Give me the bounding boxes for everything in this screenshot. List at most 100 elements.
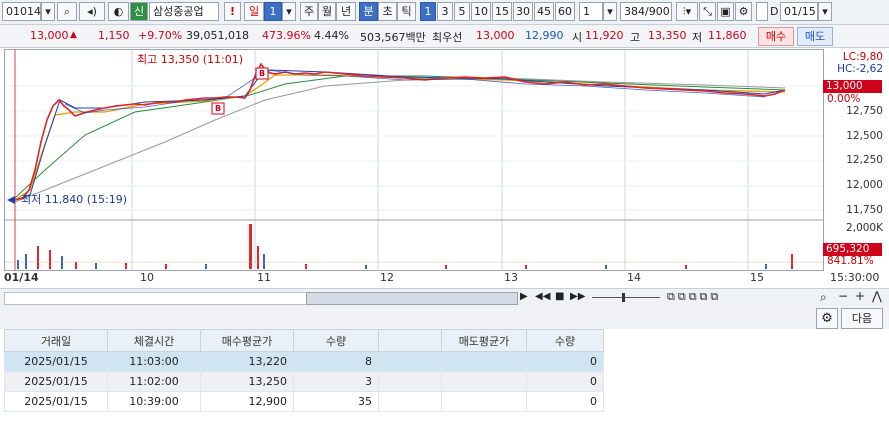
- period-day-button[interactable]: 일: [244, 2, 264, 21]
- current-price: 13,000: [30, 29, 69, 42]
- rewind-icon[interactable]: ◀◀: [535, 291, 550, 302]
- stock-name: 삼성중공업: [149, 2, 219, 21]
- x-tick-label: 12: [380, 271, 394, 284]
- period-year-button[interactable]: 년: [336, 2, 356, 21]
- period-second-button[interactable]: 초: [378, 2, 397, 21]
- y-tick-label: 12,250: [846, 154, 883, 166]
- cell-buy-qty: 8: [293, 351, 379, 372]
- low-annotation: 최저 11,840 (15:19): [21, 193, 128, 206]
- open-label: 시: [572, 31, 583, 44]
- price-tag: 13,000: [823, 80, 882, 93]
- sell-button[interactable]: 매도: [797, 27, 833, 46]
- interval-input[interactable]: 1: [579, 2, 603, 21]
- date-checkbox[interactable]: [756, 2, 768, 21]
- panel-gear-icon[interactable]: ⚙: [816, 308, 838, 329]
- high-price: 13,350: [648, 29, 687, 42]
- zoom-slider[interactable]: [592, 297, 660, 298]
- cell-buy-qty: 3: [293, 371, 379, 392]
- next-button[interactable]: 다음: [841, 308, 883, 329]
- col-buy-qty: 수량: [293, 329, 379, 352]
- jump-end-icon[interactable]: ⋀: [872, 289, 882, 303]
- gear-icon[interactable]: ⚙: [735, 2, 752, 21]
- period-month-button[interactable]: 월: [318, 2, 336, 21]
- date-input[interactable]: 01/15: [780, 2, 818, 21]
- scroll-thumb[interactable]: [306, 292, 518, 305]
- chart-type-icon[interactable]: ⤡: [699, 2, 716, 21]
- cell-time: 11:03:00: [107, 351, 201, 372]
- stock-code-input[interactable]: 010140: [2, 2, 48, 21]
- cell-blank: [378, 391, 442, 412]
- period-number[interactable]: 1: [264, 2, 282, 21]
- best-ask: 13,000: [476, 29, 515, 42]
- zoom-in-icon[interactable]: +: [855, 289, 865, 303]
- period-minute-button[interactable]: 분: [359, 2, 378, 21]
- price-scale: LC:9,80 HC:-2,62 13,000 0.00% 12,750 12,…: [822, 49, 889, 269]
- low-label: 저: [692, 31, 703, 44]
- period-dropdown-icon[interactable]: ▾: [282, 2, 296, 21]
- play-icon[interactable]: ▶: [520, 291, 528, 302]
- save-icon[interactable]: ▣: [717, 2, 734, 21]
- speaker-icon[interactable]: ◂): [79, 2, 105, 21]
- open-price: 11,920: [585, 29, 624, 42]
- calendar-dropdown-icon[interactable]: ▾: [818, 2, 832, 21]
- cell-time: 10:39:00: [107, 391, 201, 412]
- col-blank: [378, 329, 442, 352]
- code-dropdown-icon[interactable]: ▾: [41, 2, 55, 21]
- high-label: 고: [630, 31, 641, 44]
- minute-option-10[interactable]: 10: [471, 2, 491, 21]
- table-row[interactable]: 2025/01/15 11:03:00 13,220 8 0: [4, 351, 604, 372]
- favorite-icon[interactable]: ◐: [108, 2, 129, 21]
- buy-marker[interactable]: B: [256, 68, 268, 79]
- cell-buy-avg: 13,220: [200, 351, 294, 372]
- table-row[interactable]: 2025/01/15 10:39:00 12,900 35 0: [4, 391, 604, 412]
- volume-max-label: 2,000K: [846, 222, 883, 234]
- cell-sell-qty: 0: [526, 371, 604, 392]
- zoom-search-icon[interactable]: ⌕: [820, 290, 827, 305]
- candle-settings-icon[interactable]: ⫶▾: [676, 2, 698, 21]
- data-count[interactable]: 384/900: [620, 2, 672, 21]
- cell-date: 2025/01/15: [4, 351, 108, 372]
- minute-option-5[interactable]: 5: [454, 2, 470, 21]
- trade-amount: 503,567백만: [360, 31, 426, 44]
- cell-sell-qty: 0: [526, 351, 604, 372]
- search-icon[interactable]: ⌕: [57, 2, 77, 21]
- chart-canvas: [5, 50, 823, 270]
- trade-panel-header: ⚙ 다음: [0, 307, 889, 329]
- x-tick-label: 14: [627, 271, 641, 284]
- y-tick-label: 12,000: [846, 179, 883, 191]
- buy-button[interactable]: 매수: [758, 27, 794, 46]
- table-row[interactable]: 2025/01/15 11:02:00 13,250 3 0: [4, 371, 604, 392]
- ma-line-mid: [14, 75, 786, 199]
- period-week-button[interactable]: 주: [300, 2, 318, 21]
- price-tag-pct: 0.00%: [827, 93, 861, 105]
- chart-tools-icon[interactable]: ⧉⧉⧉⧉⧉: [667, 290, 721, 304]
- minute-option-3[interactable]: 3: [437, 2, 453, 21]
- minute-option-15[interactable]: 15: [492, 2, 512, 21]
- minute-option-30[interactable]: 30: [513, 2, 533, 21]
- period-tick-button[interactable]: 틱: [397, 2, 416, 21]
- zoom-slider-handle[interactable]: [622, 293, 625, 302]
- cell-blank: [378, 371, 442, 392]
- minute-option-1[interactable]: 1: [420, 2, 436, 21]
- alert-button[interactable]: !: [224, 2, 241, 21]
- minute-option-60[interactable]: 60: [555, 2, 575, 21]
- cell-buy-avg: 12,900: [200, 391, 294, 412]
- minute-option-45[interactable]: 45: [534, 2, 554, 21]
- stop-icon[interactable]: ■: [555, 291, 564, 302]
- forward-icon[interactable]: ▶▶: [570, 291, 585, 302]
- zoom-out-icon[interactable]: −: [838, 289, 848, 303]
- quote-bar: 13,000 ▲ 1,150 +9.70% 39,051,018 473.96%…: [0, 25, 889, 48]
- y-tick-label: 12,750: [846, 105, 883, 117]
- cell-blank: [378, 351, 442, 372]
- buy-marker[interactable]: B: [212, 103, 224, 114]
- interval-dropdown-icon[interactable]: ▾: [603, 2, 617, 21]
- cell-sell-qty: 0: [526, 391, 604, 412]
- x-tick-label: 13: [504, 271, 518, 284]
- best-bid: 12,990: [525, 29, 564, 42]
- time-axis: 01/14 10 11 12 13 14 15 15:30:00: [4, 269, 889, 287]
- price-change: 1,150: [98, 29, 130, 42]
- x-tick-label: 15: [750, 271, 764, 284]
- y-tick-label: 11,750: [846, 204, 883, 216]
- cell-buy-avg: 13,250: [200, 371, 294, 392]
- price-chart[interactable]: 최고 13,350 (11:01) 최저 11,840 (15:19) B B: [4, 49, 824, 271]
